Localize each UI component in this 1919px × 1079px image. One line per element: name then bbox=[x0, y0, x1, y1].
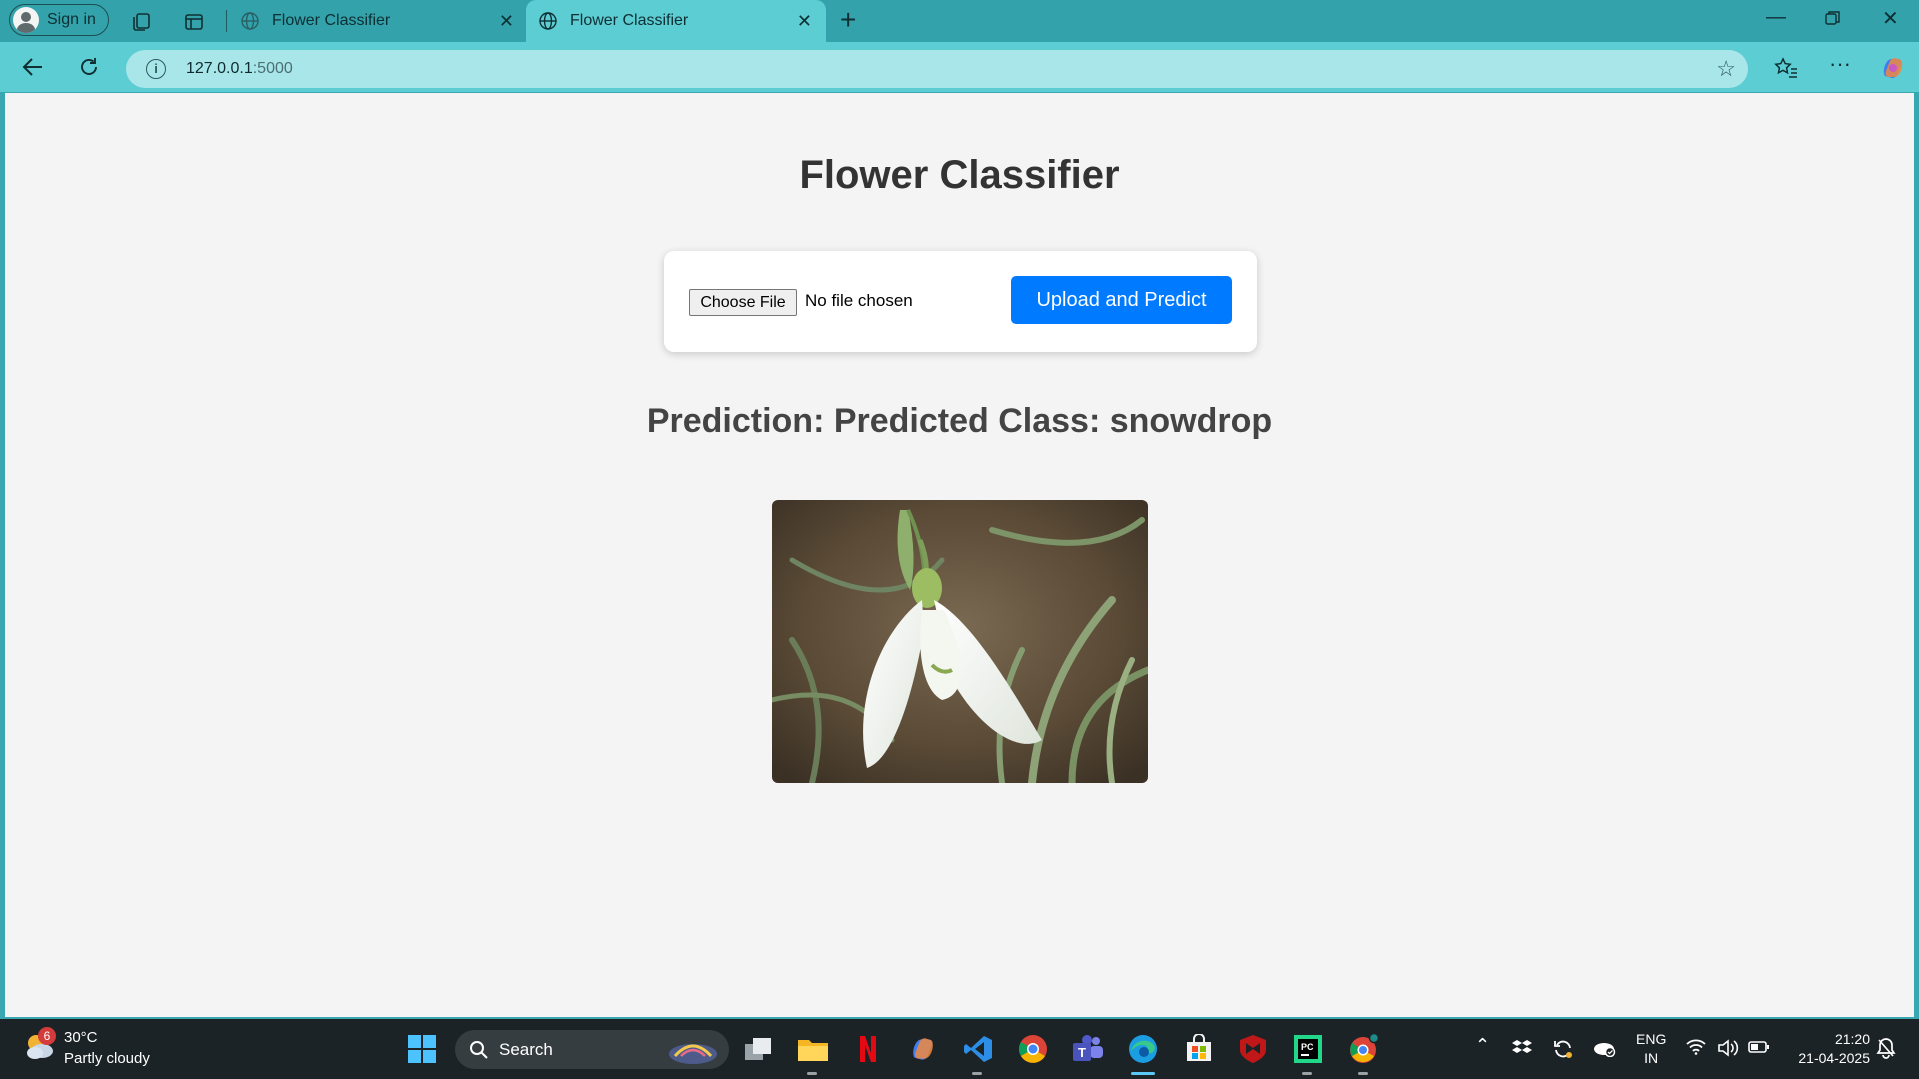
favorites-icon[interactable] bbox=[1772, 54, 1800, 82]
chrome-profile-icon[interactable] bbox=[1348, 1033, 1380, 1065]
tab-title: Flower Classifier bbox=[272, 12, 391, 29]
system-clock[interactable]: 21:20 21-04-2025 bbox=[1786, 1030, 1870, 1068]
tab-actions-icon[interactable] bbox=[181, 9, 207, 35]
weather-badge: 6 bbox=[38, 1027, 56, 1045]
weather-condition: Partly cloudy bbox=[64, 1050, 150, 1067]
start-windows-icon[interactable] bbox=[406, 1033, 438, 1065]
prediction-result: Prediction: Predicted Class: snowdrop bbox=[646, 402, 1273, 440]
globe-icon bbox=[241, 12, 259, 30]
more-options-icon[interactable]: ··· bbox=[1826, 50, 1854, 78]
flower-image bbox=[772, 500, 1148, 783]
region-code: IN bbox=[1644, 1050, 1659, 1066]
netflix-icon[interactable] bbox=[852, 1033, 884, 1065]
vscode-icon[interactable] bbox=[962, 1033, 994, 1065]
edge-icon[interactable] bbox=[1127, 1033, 1159, 1065]
dropbox-icon[interactable] bbox=[1512, 1039, 1532, 1062]
active-app-indicator bbox=[1131, 1072, 1155, 1075]
running-indicator bbox=[972, 1072, 982, 1075]
collections-icon[interactable] bbox=[128, 9, 154, 35]
windows-taskbar: 6 30°C Partly cloudy Search T PC ⌃ ENG I… bbox=[0, 1019, 1919, 1079]
taskbar-search-box[interactable]: Search bbox=[455, 1030, 729, 1069]
globe-icon bbox=[539, 12, 557, 30]
onedrive-icon[interactable] bbox=[1592, 1039, 1616, 1062]
profile-signin-button[interactable]: Sign in bbox=[9, 4, 109, 36]
notifications-bell-icon[interactable] bbox=[1876, 1037, 1896, 1064]
clock-date: 21-04-2025 bbox=[1798, 1050, 1870, 1066]
language-code: ENG bbox=[1636, 1031, 1667, 1047]
show-hidden-icons-chevron-icon[interactable]: ⌃ bbox=[1475, 1035, 1490, 1056]
copilot-icon[interactable] bbox=[1878, 53, 1908, 83]
volume-icon[interactable] bbox=[1717, 1039, 1739, 1062]
svg-text:PC: PC bbox=[1301, 1042, 1314, 1052]
url-text: 127.0.0.1:5000 bbox=[186, 60, 293, 77]
file-status-text: No file chosen bbox=[805, 291, 913, 310]
svg-text:T: T bbox=[1078, 1045, 1086, 1060]
back-icon[interactable] bbox=[20, 54, 46, 80]
running-indicator bbox=[1302, 1072, 1312, 1075]
running-indicator bbox=[1358, 1072, 1368, 1075]
new-tab-icon[interactable]: + bbox=[840, 6, 856, 34]
search-icon bbox=[470, 1041, 488, 1059]
close-tab-icon[interactable]: ✕ bbox=[797, 12, 812, 30]
task-view-icon[interactable] bbox=[742, 1033, 774, 1065]
close-tab-icon[interactable]: ✕ bbox=[499, 12, 514, 30]
running-indicator bbox=[807, 1072, 817, 1075]
search-label: Search bbox=[499, 1040, 553, 1059]
microsoft-store-icon[interactable] bbox=[1183, 1033, 1215, 1065]
chrome-icon[interactable] bbox=[1017, 1033, 1049, 1065]
file-explorer-icon[interactable] bbox=[797, 1033, 829, 1065]
teams-icon[interactable]: T bbox=[1072, 1033, 1104, 1065]
tab-strip: Sign in Flower Classifier ✕ Flower Class… bbox=[0, 0, 1919, 42]
mcafee-icon[interactable] bbox=[1237, 1033, 1269, 1065]
signin-label: Sign in bbox=[47, 11, 96, 28]
clock-time: 21:20 bbox=[1834, 1031, 1870, 1047]
browser-toolbar: i 127.0.0.1:5000 ☆ ··· bbox=[0, 42, 1919, 92]
tab-active[interactable]: Flower Classifier ✕ bbox=[526, 0, 826, 42]
favorite-star-icon[interactable]: ☆ bbox=[1716, 56, 1736, 82]
weather-temperature: 30°C bbox=[64, 1029, 98, 1046]
upload-and-predict-button[interactable]: Upload and Predict bbox=[1011, 276, 1232, 324]
site-info-icon[interactable]: i bbox=[146, 59, 166, 79]
tab-inactive[interactable]: Flower Classifier ✕ bbox=[228, 0, 528, 42]
battery-icon[interactable] bbox=[1748, 1039, 1770, 1060]
restore-icon[interactable] bbox=[1825, 9, 1841, 32]
avatar-icon bbox=[13, 7, 39, 33]
refresh-icon[interactable] bbox=[76, 54, 102, 80]
wifi-icon[interactable] bbox=[1686, 1039, 1706, 1060]
tab-separator bbox=[226, 10, 227, 32]
pycharm-icon[interactable]: PC bbox=[1292, 1033, 1324, 1065]
page-viewport: Flower Classifier Choose File No file ch… bbox=[5, 93, 1914, 1017]
upload-form-card: Choose File No file chosen Upload and Pr… bbox=[664, 251, 1257, 352]
minimize-icon[interactable]: — bbox=[1766, 6, 1786, 29]
close-window-icon[interactable]: ✕ bbox=[1882, 6, 1899, 31]
tab-title: Flower Classifier bbox=[570, 12, 689, 29]
sync-icon[interactable] bbox=[1552, 1039, 1574, 1064]
address-bar[interactable]: i 127.0.0.1:5000 ☆ bbox=[126, 50, 1748, 88]
choose-file-button[interactable]: Choose File bbox=[689, 289, 797, 316]
copilot-app-icon[interactable] bbox=[907, 1033, 939, 1065]
search-highlight-icon bbox=[669, 1044, 717, 1064]
page-title: Flower Classifier bbox=[799, 153, 1120, 197]
input-language-indicator[interactable]: ENG IN bbox=[1636, 1030, 1666, 1068]
